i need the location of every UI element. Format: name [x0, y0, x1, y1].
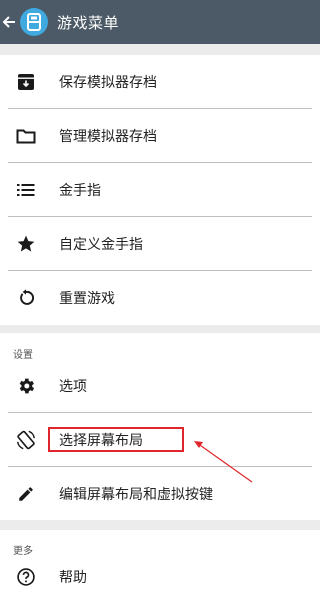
app-bar: 游戏菜单 [0, 0, 320, 44]
main-menu-card: 保存模拟器存档 管理模拟器存档 金手指 自定义金手指 重置游戏 [0, 55, 320, 325]
menu-item-save-state[interactable]: 保存模拟器存档 [0, 55, 320, 108]
menu-item-label: 金手指 [59, 181, 101, 198]
menu-item-reset-game[interactable]: 重置游戏 [0, 271, 320, 324]
list-icon [14, 178, 38, 202]
more-item-help[interactable]: 帮助 [0, 554, 320, 600]
menu-item-label: 保存模拟器存档 [59, 73, 157, 90]
page-title: 游戏菜单 [57, 14, 120, 32]
more-item-label: 帮助 [59, 569, 87, 585]
help-icon [14, 565, 38, 589]
restart-icon [14, 286, 38, 310]
menu-item-label: 自定义金手指 [59, 235, 143, 252]
settings-item-label: 选项 [59, 377, 87, 394]
more-card: 更多 帮助 [0, 530, 320, 600]
settings-item-edit-layout[interactable]: 编辑屏幕布局和虚拟按键 [0, 467, 320, 520]
settings-item-options[interactable]: 选项 [0, 359, 320, 412]
menu-item-custom-cheats[interactable]: 自定义金手指 [0, 217, 320, 270]
app-logo-icon [20, 8, 48, 36]
screen-rotation-icon [14, 428, 38, 452]
pencil-icon [14, 482, 38, 506]
folder-icon [14, 124, 38, 148]
gear-icon [14, 374, 38, 398]
menu-item-label: 管理模拟器存档 [59, 127, 157, 144]
menu-item-label: 重置游戏 [59, 289, 115, 306]
menu-item-manage-states[interactable]: 管理模拟器存档 [0, 109, 320, 162]
save-box-icon [14, 70, 38, 94]
star-icon [14, 232, 38, 256]
settings-item-label: 编辑屏幕布局和虚拟按键 [59, 485, 213, 502]
back-arrow-icon[interactable] [0, 0, 20, 44]
annotation-highlight-box [48, 427, 184, 452]
menu-item-cheats[interactable]: 金手指 [0, 163, 320, 216]
